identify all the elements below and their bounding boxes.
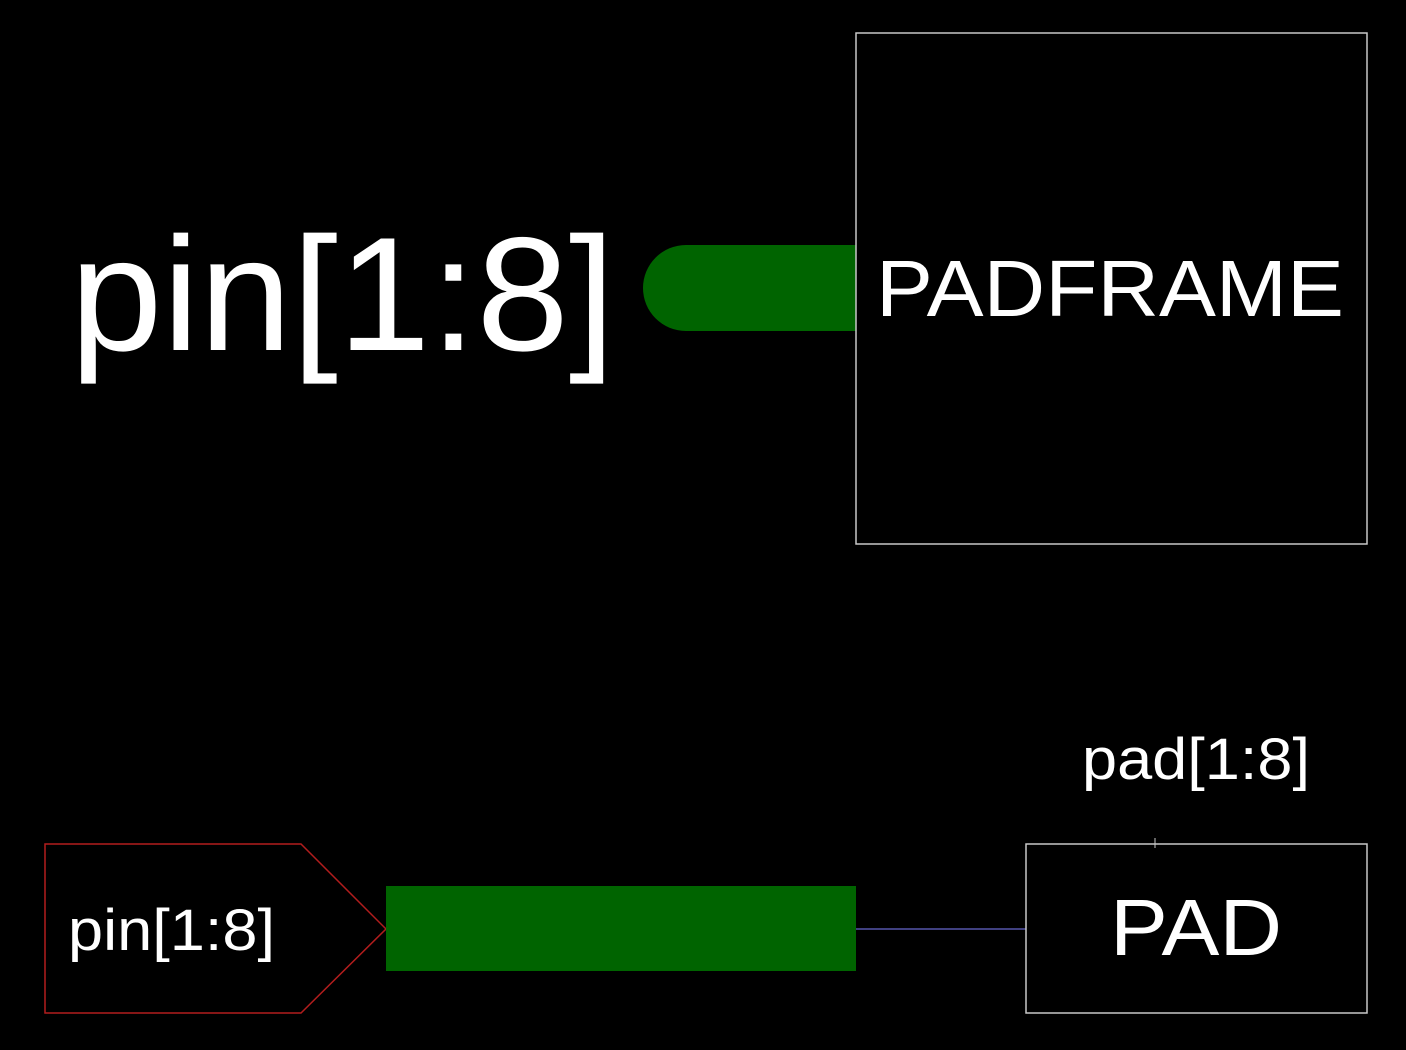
schematic-canvas: pin[1:8] PADFRAME pin[1:8] PAD pad[1:8] <box>0 0 1406 1050</box>
top-bus-label: pin[1:8] <box>70 204 615 385</box>
bottom-bus-wire[interactable] <box>386 886 856 971</box>
top-bus-wire[interactable] <box>643 245 856 331</box>
input-port-label: pin[1:8] <box>68 898 275 963</box>
pad-net-label: pad[1:8] <box>1082 727 1310 792</box>
padframe-label: PADFRAME <box>876 244 1344 333</box>
pad-label: PAD <box>1110 883 1282 972</box>
